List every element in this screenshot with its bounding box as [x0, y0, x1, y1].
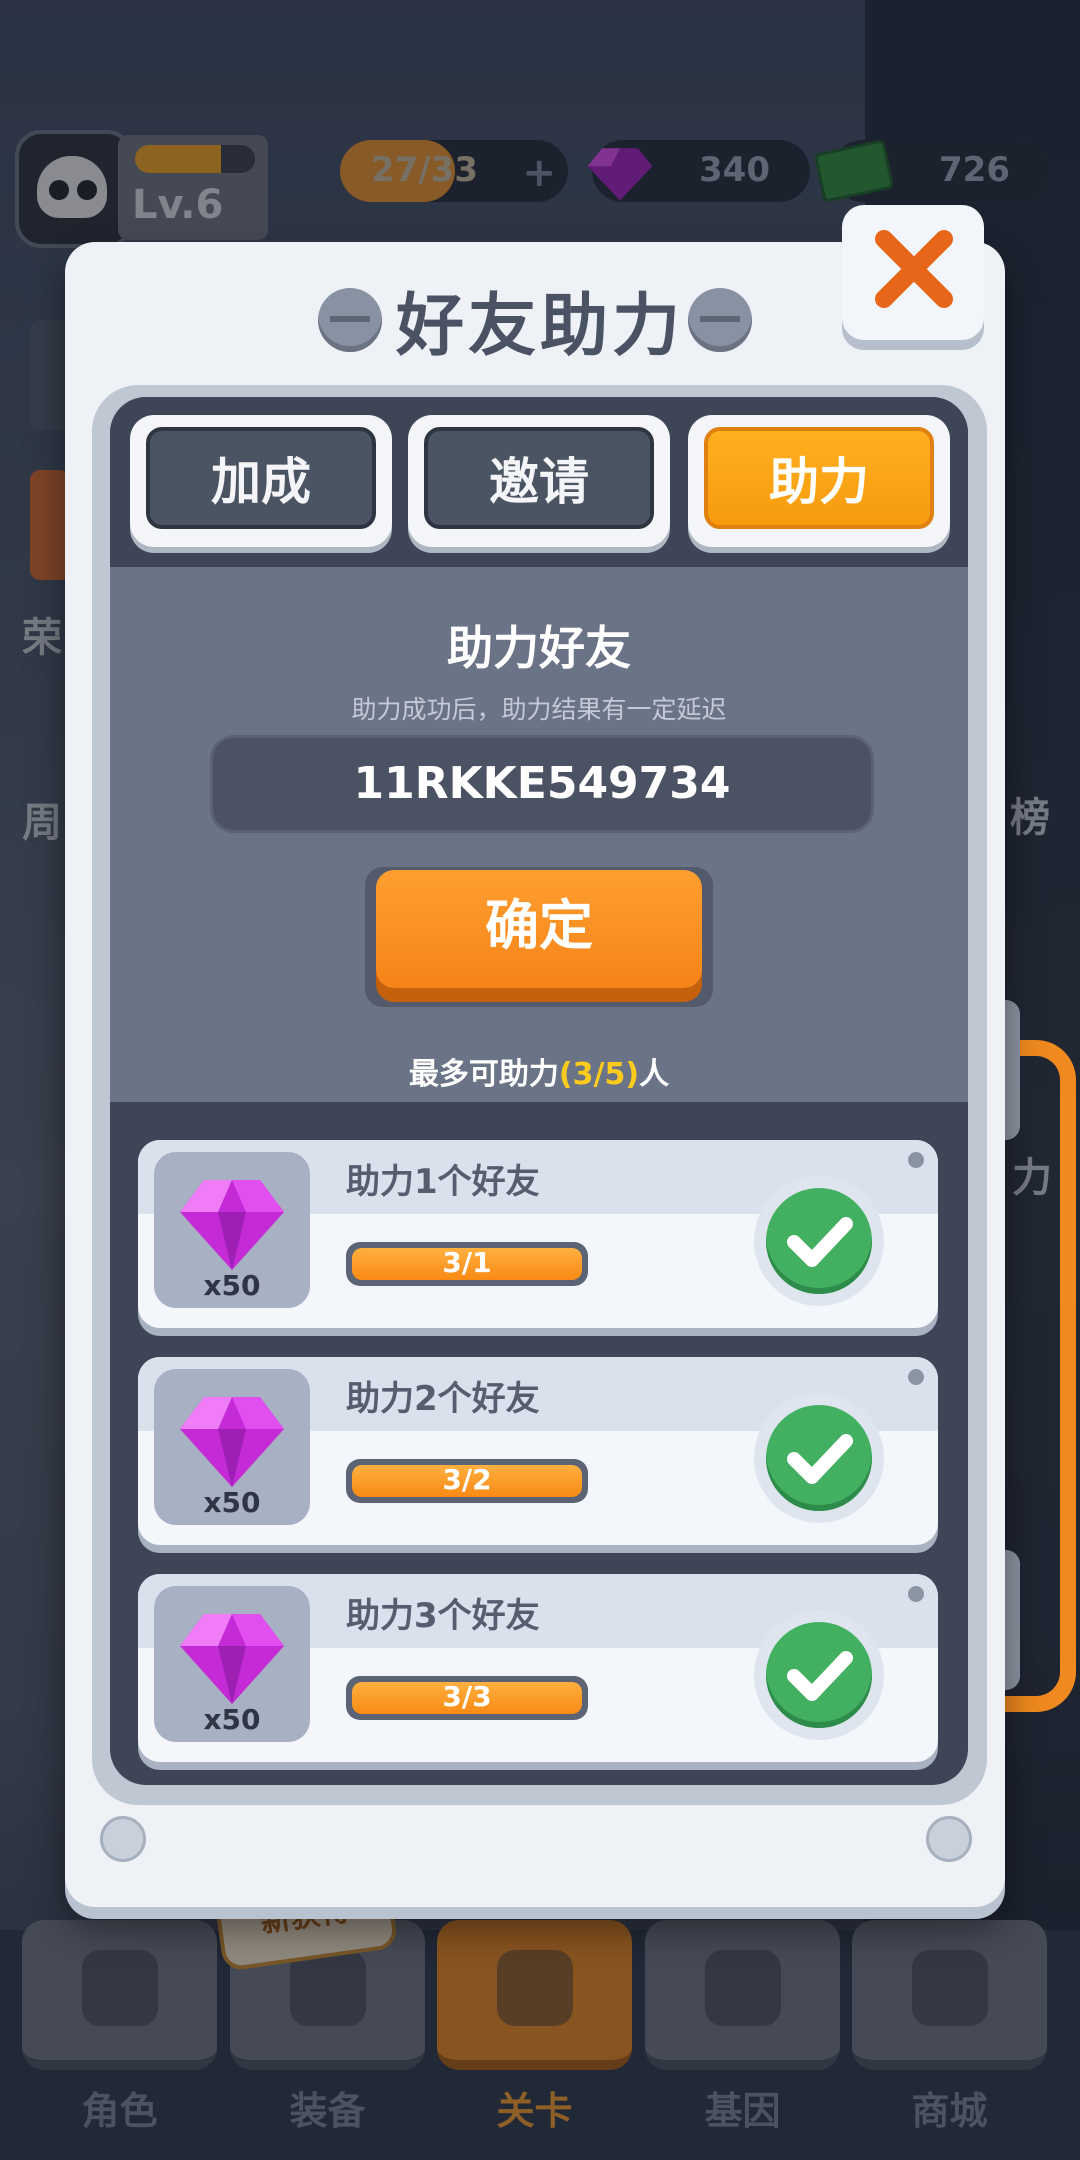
- reward-quantity: x50: [203, 1703, 261, 1736]
- card-rivet: [908, 1369, 924, 1385]
- task-card: x50 助力3个好友 3/3: [138, 1574, 938, 1762]
- task-progress-bar: 3/3: [346, 1676, 588, 1720]
- claimed-check-button[interactable]: [754, 1393, 884, 1523]
- reward-slot: x50: [154, 1369, 310, 1525]
- gem-icon: [180, 1614, 284, 1704]
- claimed-check-button[interactable]: [754, 1610, 884, 1740]
- close-icon: [875, 230, 953, 308]
- reward-quantity: x50: [203, 1269, 261, 1302]
- tab-label: 助力: [704, 427, 934, 529]
- corner-bolt: [926, 1816, 972, 1862]
- corner-bolt: [100, 1816, 146, 1862]
- close-button[interactable]: [842, 205, 984, 340]
- friend-code-input[interactable]: 11RKKE549734: [210, 735, 874, 833]
- claimed-check-button[interactable]: [754, 1176, 884, 1306]
- form-hint: 助力成功后，助力结果有一定延迟: [351, 695, 727, 724]
- tab-label: 邀请: [424, 427, 654, 529]
- task-progress-text: 3/1: [442, 1246, 492, 1279]
- limit-suffix: 人: [639, 1057, 670, 1092]
- card-rivet: [908, 1152, 924, 1168]
- checkmark-icon: [787, 1651, 853, 1701]
- limit-prefix: 最多可助力: [408, 1057, 559, 1092]
- gem-icon: [180, 1180, 284, 1270]
- form-heading: 助力好友: [447, 621, 631, 675]
- task-card: x50 助力1个好友 3/1: [138, 1140, 938, 1328]
- task-title: 助力1个好友: [346, 1162, 540, 1202]
- gem-icon: [180, 1397, 284, 1487]
- assist-form: 助力好友 助力成功后，助力结果有一定延迟 11RKKE549734 确定 最多可…: [110, 567, 968, 1102]
- reward-quantity: x50: [203, 1486, 261, 1519]
- reward-slot: x50: [154, 1586, 310, 1742]
- tab-assist[interactable]: 助力: [688, 415, 950, 547]
- checkmark-icon: [787, 1217, 853, 1267]
- card-rivet: [908, 1586, 924, 1602]
- confirm-button[interactable]: 确定: [376, 870, 702, 988]
- popup-content: 加成 邀请 助力 助力好友 助力成功后，助力结果有一定延迟 11RKKE5497…: [110, 397, 968, 1785]
- checkmark-icon: [787, 1434, 853, 1484]
- popup-title: 好友助力: [395, 287, 684, 366]
- task-title: 助力3个好友: [346, 1596, 540, 1636]
- task-card: x50 助力2个好友 3/2: [138, 1357, 938, 1545]
- tab-label: 加成: [146, 427, 376, 529]
- tab-invite[interactable]: 邀请: [408, 415, 670, 547]
- task-progress-text: 3/2: [442, 1463, 492, 1496]
- task-progress-bar: 3/1: [346, 1242, 588, 1286]
- tab-bonus[interactable]: 加成: [130, 415, 392, 547]
- assist-limit-text: 最多可助力(3/5)人: [110, 1049, 968, 1093]
- reward-slot: x50: [154, 1152, 310, 1308]
- limit-count: (3/5): [558, 1057, 640, 1092]
- tab-bar: 加成 邀请 助力: [110, 397, 968, 567]
- task-progress-bar: 3/2: [346, 1459, 588, 1503]
- task-progress-text: 3/3: [442, 1680, 492, 1713]
- task-title: 助力2个好友: [346, 1379, 540, 1419]
